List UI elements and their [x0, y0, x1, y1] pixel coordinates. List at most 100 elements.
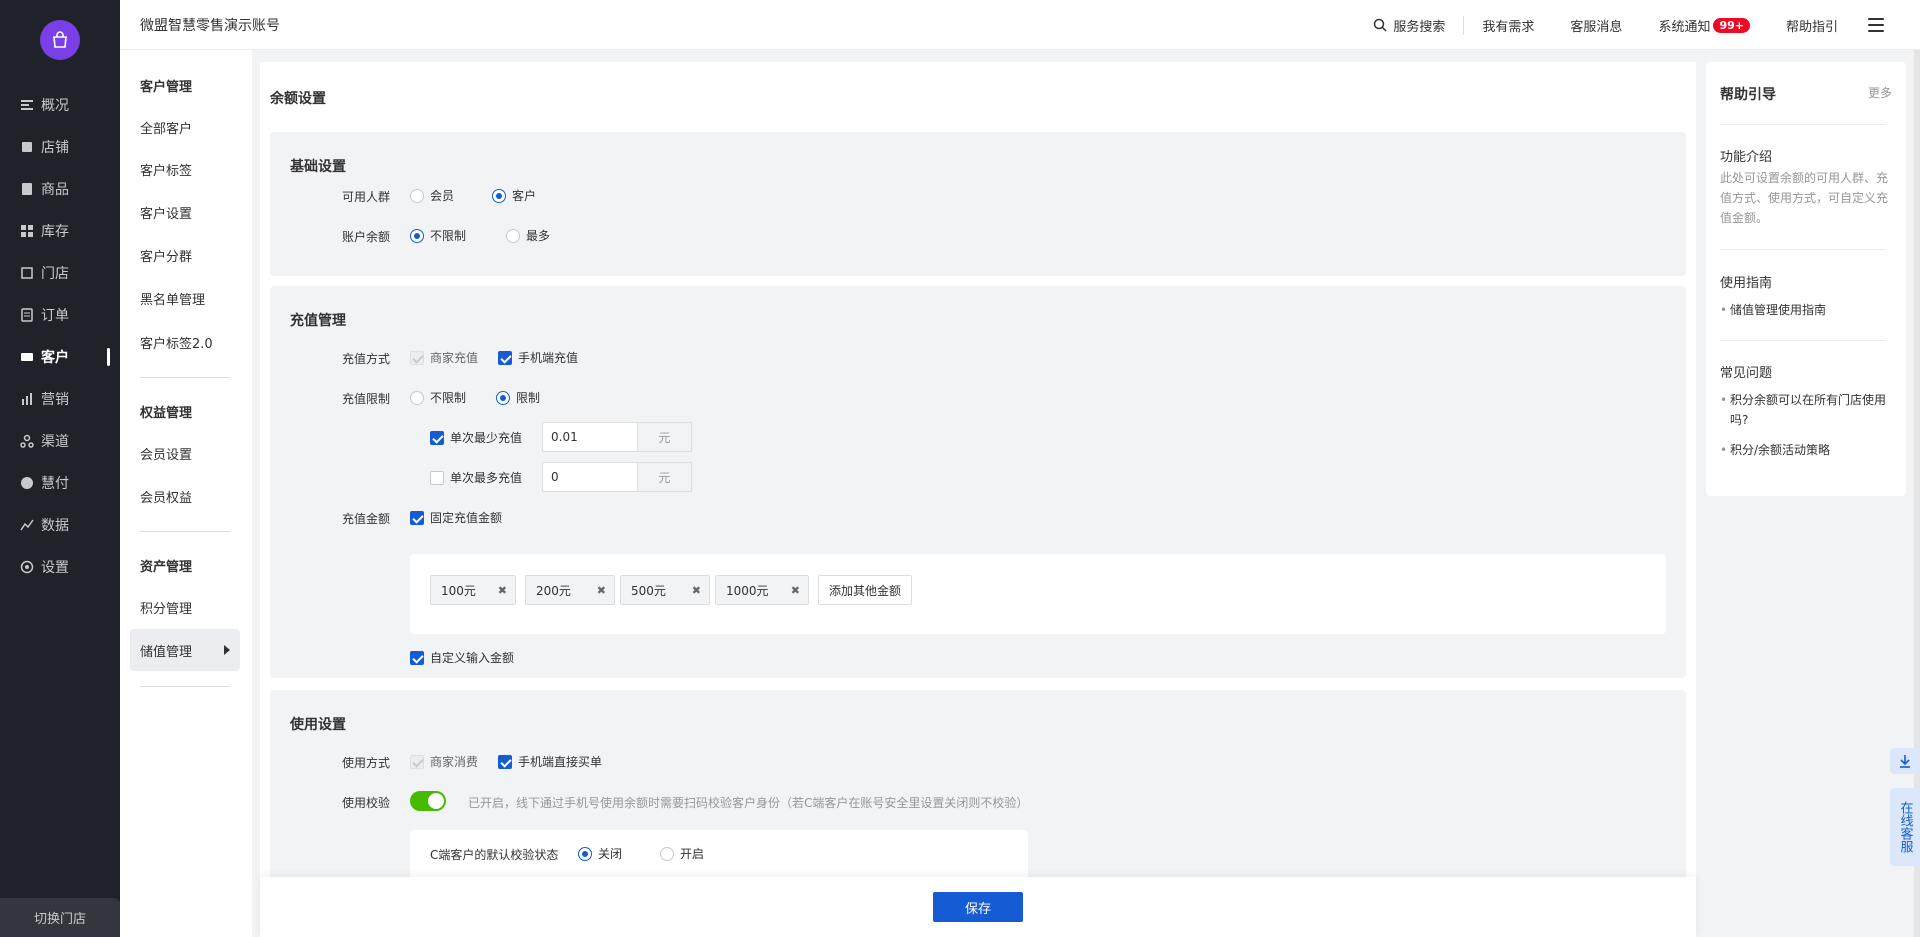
limit-option-limited[interactable]: 限制	[496, 389, 540, 406]
checkbox-custom-amount	[410, 650, 424, 665]
verify-toggle[interactable]	[410, 791, 446, 811]
faq-link[interactable]: 积分余额可以在所有门店使用吗?	[1720, 390, 1892, 430]
close-icon[interactable]: ✖	[692, 584, 701, 597]
balance-option-max[interactable]: 最多	[506, 227, 550, 244]
unit-addon: 元	[638, 422, 692, 452]
close-icon[interactable]: ✖	[791, 584, 800, 597]
default-verify-on[interactable]: 开启	[660, 845, 704, 862]
main-nav: 概况 店铺 商品 库存 门店 订单 客户 营销 渠道 慧付 数据 设置 切换门店	[0, 0, 120, 937]
unit-addon: 元	[638, 462, 692, 492]
subnav-item-customer-tags[interactable]: 客户标签	[130, 148, 240, 190]
close-icon[interactable]: ✖	[498, 584, 507, 597]
guide-link[interactable]: 储值管理使用指南	[1720, 300, 1892, 320]
help-divider	[1720, 124, 1886, 125]
amount-tag-label: 500元	[631, 583, 666, 598]
nav-item-store[interactable]: 门店	[0, 252, 120, 294]
recharge-limit-label: 充值限制	[341, 392, 390, 406]
nav-item-settings[interactable]: 设置	[0, 546, 120, 588]
subnav-divider	[140, 531, 230, 532]
custom-amount-checkbox[interactable]: 自定义输入金额	[410, 649, 514, 666]
checkbox-merchant-consume	[410, 754, 424, 769]
shop-logo-icon[interactable]	[40, 20, 80, 60]
help-more-link[interactable]: 更多	[1868, 84, 1892, 101]
option-label: 固定充值金额	[430, 511, 503, 525]
max-recharge-input-group: 元	[542, 462, 692, 492]
close-icon[interactable]: ✖	[597, 584, 606, 597]
nav-item-overview[interactable]: 概况	[0, 84, 120, 126]
subnav-item-label: 储值管理	[140, 644, 193, 660]
subnav-item-customer-settings[interactable]: 客户设置	[130, 191, 240, 233]
max-recharge-input[interactable]	[542, 462, 638, 492]
faq-link[interactable]: 积分/余额活动策略	[1720, 440, 1892, 460]
nav-item-pay[interactable]: 慧付	[0, 462, 120, 504]
subnav-item-stored-value[interactable]: 储值管理	[130, 629, 240, 671]
nav-item-channel[interactable]: 渠道	[0, 420, 120, 462]
switch-store-button[interactable]: 切换门店	[0, 898, 120, 937]
subnav-item-customer-tags-2[interactable]: 客户标签2.0	[130, 321, 240, 363]
caret-right-icon	[224, 645, 230, 655]
customer-icon	[21, 353, 33, 361]
option-label: 商家消费	[430, 755, 479, 769]
nav-item-marketing[interactable]: 营销	[0, 378, 120, 420]
overview-icon	[21, 100, 33, 110]
subnav-divider	[140, 686, 230, 687]
max-recharge-checkbox[interactable]: 单次最多充值	[430, 469, 522, 486]
system-notice-label: 系统通知	[1658, 19, 1711, 35]
nav-item-order[interactable]: 订单	[0, 294, 120, 336]
nav-label: 营销	[41, 392, 69, 408]
option-label: 自定义输入金额	[430, 651, 515, 665]
subnav-item-points[interactable]: 积分管理	[130, 586, 240, 628]
radio-member	[410, 188, 424, 203]
help-divider	[1720, 249, 1886, 250]
radio-customer	[492, 188, 506, 203]
service-message-link[interactable]: 客服消息	[1552, 16, 1640, 35]
nav-label: 设置	[41, 560, 69, 576]
audience-option-customer[interactable]: 客户	[492, 187, 536, 204]
shop-icon	[22, 142, 32, 152]
nav-item-shop[interactable]: 店铺	[0, 126, 120, 168]
download-button[interactable]	[1890, 748, 1920, 774]
radio-verify-on	[660, 846, 674, 861]
nav-item-customer[interactable]: 客户	[0, 336, 120, 378]
option-label: 手机端直接买单	[518, 755, 603, 769]
recharge-method-mobile[interactable]: 手机端充值	[498, 349, 578, 366]
nav-label: 商品	[41, 182, 69, 198]
topbar-actions: 服务搜索 我有需求 客服消息 系统通知 99+ 帮助指引	[1355, 0, 1884, 50]
default-verify-off[interactable]: 关闭	[578, 845, 622, 862]
nav-item-data[interactable]: 数据	[0, 504, 120, 546]
fixed-amount-checkbox[interactable]: 固定充值金额	[410, 509, 502, 526]
min-recharge-input[interactable]	[542, 422, 638, 452]
subnav-item-customer-segments[interactable]: 客户分群	[130, 234, 240, 276]
help-guide-link[interactable]: 帮助指引	[1768, 16, 1856, 35]
recharge-method-merchant: 商家充值	[410, 349, 478, 366]
balance-option-unlimited[interactable]: 不限制	[410, 227, 466, 244]
limit-option-unlimited[interactable]: 不限制	[410, 389, 466, 406]
subnav-item-member-benefits[interactable]: 会员权益	[130, 475, 240, 517]
nav-item-inventory[interactable]: 库存	[0, 210, 120, 252]
section-title: 充值管理	[290, 313, 346, 329]
amount-tag-label: 100元	[441, 583, 476, 598]
system-notice-link[interactable]: 系统通知 99+	[1640, 16, 1768, 35]
usage-method-mobile[interactable]: 手机端直接买单	[498, 753, 602, 770]
help-divider	[1720, 340, 1886, 341]
my-demand-link[interactable]: 我有需求	[1464, 16, 1552, 35]
service-search-link[interactable]: 服务搜索	[1355, 15, 1465, 35]
add-amount-button[interactable]: 添加其他金额	[818, 575, 913, 605]
subnav-item-all-customers[interactable]: 全部客户	[130, 106, 240, 148]
audience-option-member[interactable]: 会员	[410, 187, 454, 204]
intro-title: 功能介绍	[1720, 150, 1773, 165]
subnav-item-member-settings[interactable]: 会员设置	[130, 432, 240, 474]
checkbox-mobile-pay	[498, 754, 512, 769]
marketing-icon	[22, 393, 32, 405]
hamburger-menu-icon[interactable]	[1868, 18, 1884, 32]
nav-item-goods[interactable]: 商品	[0, 168, 120, 210]
save-button[interactable]: 保存	[933, 892, 1023, 922]
default-verify-label: C端客户的默认校验状态	[430, 848, 559, 862]
help-panel: 帮助引导 更多 功能介绍 此处可设置余额的可用人群、充值方式、使用方式，可自定义…	[1706, 62, 1906, 496]
option-label: 会员	[430, 189, 455, 203]
amount-tag-label: 200元	[536, 583, 571, 598]
online-service-button[interactable]: 在线客服	[1890, 788, 1920, 866]
min-recharge-checkbox[interactable]: 单次最少充值	[430, 429, 522, 446]
subnav-item-blacklist[interactable]: 黑名单管理	[130, 277, 240, 319]
data-icon	[20, 519, 34, 531]
